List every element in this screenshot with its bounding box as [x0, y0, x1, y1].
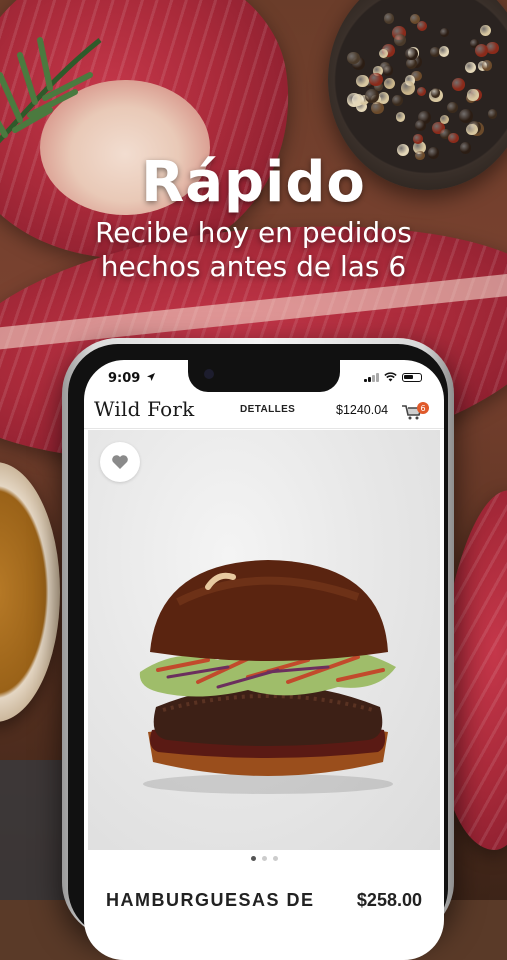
peppercorn	[369, 72, 383, 86]
carousel-dot-3[interactable]	[272, 856, 278, 861]
peppercorn	[347, 52, 360, 65]
promo-title: Rápido	[141, 150, 366, 215]
peppercorn	[458, 108, 473, 123]
app-header: Wild Fork DETALLES $1240.04 6	[84, 394, 444, 429]
favorite-button[interactable]	[100, 442, 140, 482]
peppercorn	[395, 112, 406, 122]
peppercorn	[430, 88, 441, 98]
details-tab[interactable]: DETALLES	[240, 404, 295, 415]
peppercorn	[401, 80, 415, 95]
cart-count-badge: 6	[420, 404, 425, 413]
carousel-indicator[interactable]	[84, 856, 444, 861]
phone-notch	[188, 360, 340, 392]
product-name: HAMBURGUESAS DE	[106, 890, 315, 910]
product-summary: HAMBURGUESAS DE $258.00	[84, 882, 444, 942]
wifi-icon	[384, 372, 397, 382]
cart-total[interactable]: $1240.04	[336, 403, 388, 417]
peppercorn	[393, 33, 407, 47]
status-time: 9:09	[108, 371, 141, 386]
peppercorn	[480, 24, 491, 36]
peppercorn	[392, 95, 403, 107]
cart-icon: 6	[402, 402, 429, 420]
peppercorn	[475, 44, 489, 57]
battery-icon	[402, 372, 422, 382]
peppercorn	[488, 109, 498, 119]
cart-button[interactable]: 6	[400, 401, 430, 421]
promo-subtitle-line2: hechos antes de las 6	[100, 250, 407, 283]
peppercorn	[347, 93, 361, 107]
peppercorn	[406, 58, 418, 70]
phone-mockup: 9:09 Wild Fork DETALLES $1240.04 6 HAMBU…	[62, 338, 454, 960]
sauce-bowl	[0, 462, 60, 722]
app-logo[interactable]: Wild Fork	[94, 397, 194, 421]
peppercorn	[365, 89, 379, 103]
peppercorn	[416, 20, 428, 31]
peppercorn	[383, 78, 395, 90]
signal-icon	[364, 372, 379, 382]
peppercorn	[467, 89, 479, 101]
carousel-dot-1[interactable]	[250, 856, 256, 861]
peppercorn	[382, 65, 394, 76]
peppercorn	[446, 102, 458, 114]
peppercorn	[452, 78, 465, 91]
location-arrow-icon	[147, 373, 155, 381]
peppercorn	[371, 101, 384, 115]
rosemary-sprig	[0, 37, 102, 144]
product-price: $258.00	[356, 890, 422, 910]
peppercorn	[481, 60, 493, 71]
peppercorn	[465, 62, 477, 74]
system-icons	[364, 372, 422, 382]
carousel-dot-2[interactable]	[261, 856, 267, 861]
phone-bezel: 9:09 Wild Fork DETALLES $1240.04 6 HAMBU…	[68, 344, 448, 960]
burger-image	[139, 560, 396, 794]
peppercorn	[417, 86, 427, 96]
peppercorn	[438, 45, 450, 57]
peppercorn	[415, 120, 426, 131]
peppercorn	[405, 48, 418, 61]
heart-icon	[112, 455, 128, 469]
phone-screen: 9:09 Wild Fork DETALLES $1240.04 6 HAMBU…	[84, 360, 444, 960]
promo-subtitle-line1: Recibe hoy en pedidos	[95, 216, 412, 249]
peppercorn	[440, 115, 450, 125]
peppercorn	[413, 134, 423, 144]
peppercorn	[377, 91, 390, 104]
peppercorn	[439, 27, 449, 38]
peppercorn	[384, 13, 395, 24]
peppercorn	[486, 41, 500, 55]
camera-dot	[204, 369, 214, 379]
promo-headline: Rápido Recibe hoy en pedidos hechos ante…	[0, 150, 507, 284]
peppercorn	[448, 132, 459, 143]
product-image-carousel[interactable]	[88, 430, 440, 850]
